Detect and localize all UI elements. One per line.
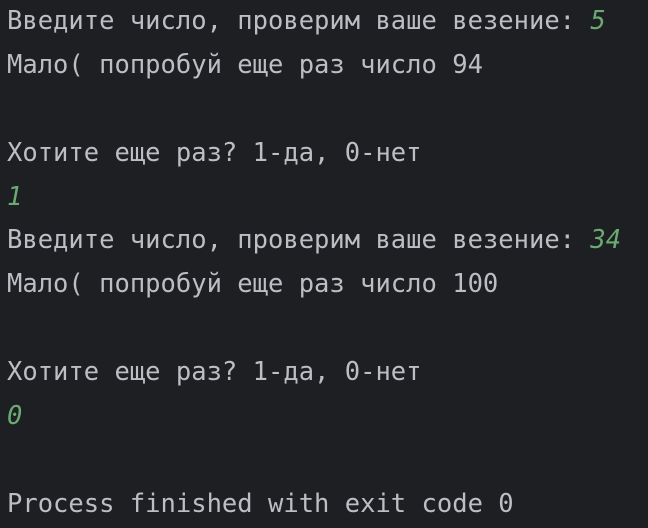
console-line: Введите число, проверим ваше везение: 5 <box>7 0 648 44</box>
user-input: 1 <box>7 181 23 212</box>
console-line: Хотите еще раз? 1-да, 0-нет <box>7 132 648 176</box>
console-line: 0 <box>7 395 648 439</box>
console-line: 1 <box>7 176 648 220</box>
console-output: Введите число, проверим ваше везение: 5 … <box>0 0 648 527</box>
console-line: Хотите еще раз? 1-да, 0-нет <box>7 351 648 395</box>
output-text: Хотите еще раз? 1-да, 0-нет <box>7 357 422 388</box>
output-text: Хотите еще раз? 1-да, 0-нет <box>7 137 422 168</box>
console-line: Мало( попробуй еще раз число 100 <box>7 263 648 307</box>
user-input: 34 <box>590 225 622 256</box>
console-line: Process finished with exit code 0 <box>7 483 648 527</box>
user-input: 0 <box>7 401 23 432</box>
output-text: Мало( попробуй еще раз число 94 <box>7 49 483 80</box>
output-text: Мало( попробуй еще раз число 100 <box>7 269 499 300</box>
output-text: Введите число, проверим ваше везение: <box>7 6 591 36</box>
output-text: Введите число, проверим ваше везение: <box>7 225 591 256</box>
process-finished-text: Process finished with exit code 0 <box>7 488 514 519</box>
console-line: Введите число, проверим ваше везение: 34 <box>7 219 648 263</box>
console-line: Мало( попробуй еще раз число 94 <box>7 44 648 88</box>
user-input: 5 <box>590 6 606 36</box>
